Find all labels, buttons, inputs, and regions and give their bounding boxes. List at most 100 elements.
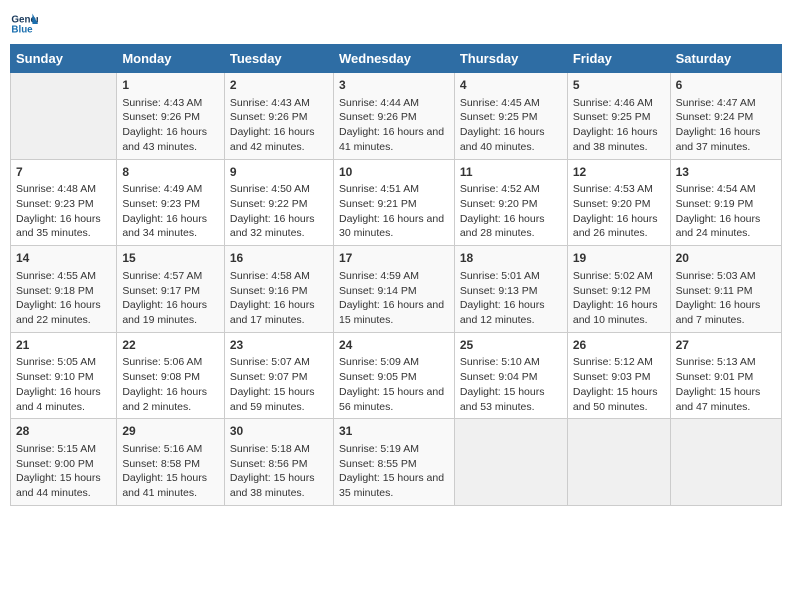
day-number: 9	[230, 164, 328, 181]
day-number: 13	[676, 164, 776, 181]
day-info: Sunrise: 4:43 AMSunset: 9:26 PMDaylight:…	[230, 96, 328, 155]
day-info: Sunrise: 4:52 AMSunset: 9:20 PMDaylight:…	[460, 182, 562, 241]
svg-text:Blue: Blue	[11, 24, 33, 35]
cell-week3-day1: 14 Sunrise: 4:55 AMSunset: 9:18 PMDayligh…	[11, 246, 117, 333]
day-info: Sunrise: 4:55 AMSunset: 9:18 PMDaylight:…	[16, 269, 111, 328]
cell-week5-day6	[567, 419, 670, 506]
day-number: 28	[16, 423, 111, 440]
cell-week4-day2: 22Sunrise: 5:06 AMSunset: 9:08 PMDayligh…	[117, 332, 225, 419]
day-number: 8	[122, 164, 219, 181]
day-info: Sunrise: 4:57 AMSunset: 9:17 PMDaylight:…	[122, 269, 219, 328]
day-info: Sunrise: 4:46 AMSunset: 9:25 PMDaylight:…	[573, 96, 665, 155]
day-number: 10	[339, 164, 449, 181]
day-info: Sunrise: 4:48 AMSunset: 9:23 PMDaylight:…	[16, 182, 111, 241]
day-info: Sunrise: 5:16 AMSunset: 8:58 PMDaylight:…	[122, 442, 219, 501]
cell-week2-day2: 8Sunrise: 4:49 AMSunset: 9:23 PMDaylight…	[117, 159, 225, 246]
day-info: Sunrise: 5:07 AMSunset: 9:07 PMDaylight:…	[230, 355, 328, 414]
day-info: Sunrise: 4:47 AMSunset: 9:24 PMDaylight:…	[676, 96, 776, 155]
column-header-monday: Monday	[117, 45, 225, 73]
cell-week3-day4: 17 Sunrise: 4:59 AMSunset: 9:14 PMDayligh…	[333, 246, 454, 333]
cell-week1-day7: 6Sunrise: 4:47 AMSunset: 9:24 PMDaylight…	[670, 73, 781, 160]
column-header-sunday: Sunday	[11, 45, 117, 73]
cell-week4-day1: 21Sunrise: 5:05 AMSunset: 9:10 PMDayligh…	[11, 332, 117, 419]
week-row-4: 21Sunrise: 5:05 AMSunset: 9:10 PMDayligh…	[11, 332, 782, 419]
day-number: 23	[230, 337, 328, 354]
column-header-friday: Friday	[567, 45, 670, 73]
day-number: 17	[339, 250, 449, 267]
cell-week5-day2: 29 Sunrise: 5:16 AMSunset: 8:58 PMDayligh…	[117, 419, 225, 506]
week-row-2: 7Sunrise: 4:48 AMSunset: 9:23 PMDaylight…	[11, 159, 782, 246]
logo-icon: General Blue	[10, 10, 38, 38]
day-info: Sunrise: 4:59 AMSunset: 9:14 PMDaylight:…	[339, 269, 449, 328]
day-info: Sunrise: 5:12 AMSunset: 9:03 PMDaylight:…	[573, 355, 665, 414]
cell-week1-day2: 1 Sunrise: 4:43 AMSunset: 9:26 PMDaylight…	[117, 73, 225, 160]
day-number: 1	[122, 77, 219, 94]
cell-week3-day6: 19Sunrise: 5:02 AMSunset: 9:12 PMDayligh…	[567, 246, 670, 333]
day-number: 12	[573, 164, 665, 181]
day-number: 30	[230, 423, 328, 440]
day-info: Sunrise: 4:43 AMSunset: 9:26 PMDaylight:…	[122, 96, 219, 155]
day-number: 26	[573, 337, 665, 354]
day-number: 18	[460, 250, 562, 267]
cell-week4-day4: 24Sunrise: 5:09 AMSunset: 9:05 PMDayligh…	[333, 332, 454, 419]
day-info: Sunrise: 5:18 AMSunset: 8:56 PMDaylight:…	[230, 442, 328, 501]
day-info: Sunrise: 5:13 AMSunset: 9:01 PMDaylight:…	[676, 355, 776, 414]
week-row-3: 14 Sunrise: 4:55 AMSunset: 9:18 PMDayligh…	[11, 246, 782, 333]
header: General Blue	[10, 10, 782, 38]
cell-week3-day2: 15 Sunrise: 4:57 AMSunset: 9:17 PMDayligh…	[117, 246, 225, 333]
cell-week3-day3: 16Sunrise: 4:58 AMSunset: 9:16 PMDayligh…	[224, 246, 333, 333]
cell-week5-day4: 31Sunrise: 5:19 AMSunset: 8:55 PMDayligh…	[333, 419, 454, 506]
day-info: Sunrise: 4:45 AMSunset: 9:25 PMDaylight:…	[460, 96, 562, 155]
day-number: 22	[122, 337, 219, 354]
day-number: 19	[573, 250, 665, 267]
day-number: 21	[16, 337, 111, 354]
cell-week1-day6: 5 Sunrise: 4:46 AMSunset: 9:25 PMDaylight…	[567, 73, 670, 160]
day-number: 15	[122, 250, 219, 267]
day-info: Sunrise: 5:10 AMSunset: 9:04 PMDaylight:…	[460, 355, 562, 414]
cell-week5-day1: 28 Sunrise: 5:15 AMSunset: 9:00 PMDayligh…	[11, 419, 117, 506]
column-header-thursday: Thursday	[454, 45, 567, 73]
cell-week4-day5: 25Sunrise: 5:10 AMSunset: 9:04 PMDayligh…	[454, 332, 567, 419]
cell-week5-day5	[454, 419, 567, 506]
calendar-table: SundayMondayTuesdayWednesdayThursdayFrid…	[10, 44, 782, 506]
cell-week2-day5: 11Sunrise: 4:52 AMSunset: 9:20 PMDayligh…	[454, 159, 567, 246]
cell-week1-day5: 4 Sunrise: 4:45 AMSunset: 9:25 PMDaylight…	[454, 73, 567, 160]
cell-week4-day6: 26Sunrise: 5:12 AMSunset: 9:03 PMDayligh…	[567, 332, 670, 419]
cell-week2-day1: 7Sunrise: 4:48 AMSunset: 9:23 PMDaylight…	[11, 159, 117, 246]
day-number: 24	[339, 337, 449, 354]
day-info: Sunrise: 4:50 AMSunset: 9:22 PMDaylight:…	[230, 182, 328, 241]
day-info: Sunrise: 4:49 AMSunset: 9:23 PMDaylight:…	[122, 182, 219, 241]
cell-week2-day4: 10Sunrise: 4:51 AMSunset: 9:21 PMDayligh…	[333, 159, 454, 246]
day-number: 2	[230, 77, 328, 94]
column-header-wednesday: Wednesday	[333, 45, 454, 73]
cell-week5-day7	[670, 419, 781, 506]
day-info: Sunrise: 4:58 AMSunset: 9:16 PMDaylight:…	[230, 269, 328, 328]
week-row-5: 28 Sunrise: 5:15 AMSunset: 9:00 PMDayligh…	[11, 419, 782, 506]
column-header-tuesday: Tuesday	[224, 45, 333, 73]
day-number: 20	[676, 250, 776, 267]
logo: General Blue	[10, 10, 38, 38]
day-info: Sunrise: 4:54 AMSunset: 9:19 PMDaylight:…	[676, 182, 776, 241]
day-info: Sunrise: 5:09 AMSunset: 9:05 PMDaylight:…	[339, 355, 449, 414]
day-info: Sunrise: 5:05 AMSunset: 9:10 PMDaylight:…	[16, 355, 111, 414]
day-number: 5	[573, 77, 665, 94]
cell-week1-day3: 2 Sunrise: 4:43 AMSunset: 9:26 PMDaylight…	[224, 73, 333, 160]
day-info: Sunrise: 5:01 AMSunset: 9:13 PMDaylight:…	[460, 269, 562, 328]
day-number: 7	[16, 164, 111, 181]
week-row-1: 1 Sunrise: 4:43 AMSunset: 9:26 PMDaylight…	[11, 73, 782, 160]
column-header-saturday: Saturday	[670, 45, 781, 73]
day-number: 29	[122, 423, 219, 440]
day-info: Sunrise: 5:03 AMSunset: 9:11 PMDaylight:…	[676, 269, 776, 328]
day-number: 31	[339, 423, 449, 440]
day-info: Sunrise: 5:06 AMSunset: 9:08 PMDaylight:…	[122, 355, 219, 414]
day-number: 27	[676, 337, 776, 354]
day-number: 14	[16, 250, 111, 267]
day-info: Sunrise: 4:44 AMSunset: 9:26 PMDaylight:…	[339, 96, 449, 155]
cell-week3-day5: 18 Sunrise: 5:01 AMSunset: 9:13 PMDayligh…	[454, 246, 567, 333]
day-number: 25	[460, 337, 562, 354]
day-number: 3	[339, 77, 449, 94]
cell-week4-day7: 27Sunrise: 5:13 AMSunset: 9:01 PMDayligh…	[670, 332, 781, 419]
cell-week4-day3: 23Sunrise: 5:07 AMSunset: 9:07 PMDayligh…	[224, 332, 333, 419]
day-info: Sunrise: 5:15 AMSunset: 9:00 PMDaylight:…	[16, 442, 111, 501]
day-number: 4	[460, 77, 562, 94]
